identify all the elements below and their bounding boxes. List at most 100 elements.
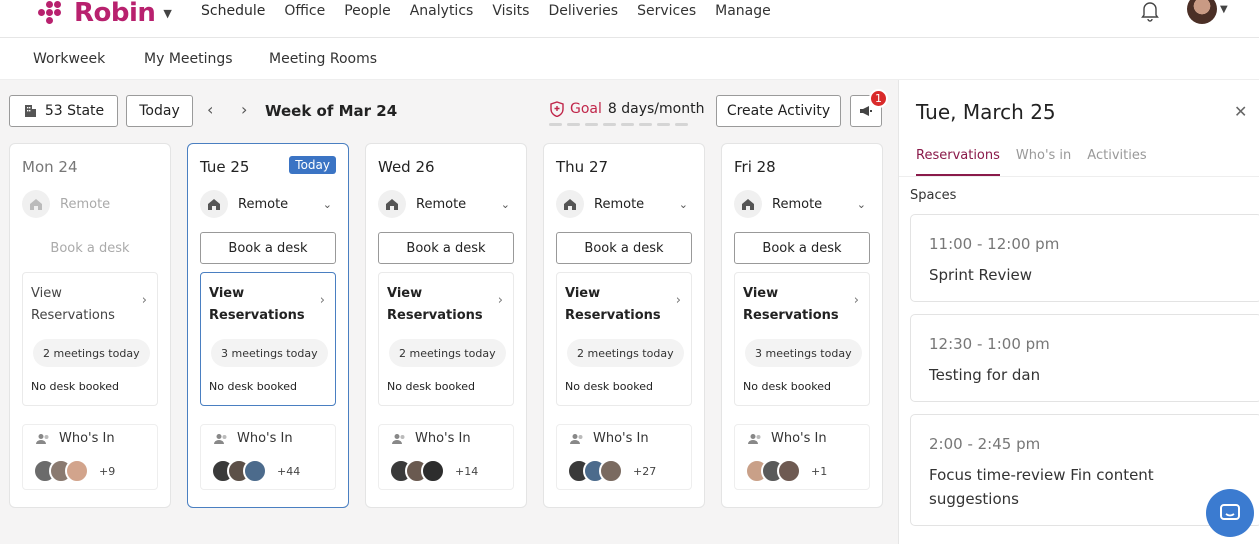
desk-status: No desk booked [31,380,119,393]
desk-status: No desk booked [565,380,653,393]
reservation-card[interactable]: 11:00 - 12:00 pm Sprint Review [910,214,1259,302]
whos-in-label: Who's In [747,431,827,446]
nav-people[interactable]: People [344,0,391,22]
work-status-dropdown[interactable]: Remote ⌄ [200,190,336,218]
day-card-thu: Thu 27 Remote ⌄ Book a desk View Reservat… [543,143,705,508]
work-status-dropdown[interactable]: Remote ⌄ [378,190,514,218]
office-selector-button[interactable]: 53 State [9,95,118,127]
view-reservations-card[interactable]: View Reservations › 3 meetings today No d… [734,272,870,406]
today-button[interactable]: Today [126,95,193,127]
reservation-time: 11:00 - 12:00 pm [929,235,1060,253]
view-reservations-label: View Reservations [31,286,115,323]
book-desk-button[interactable]: Book a desk [734,232,870,264]
bell-icon[interactable] [1140,0,1160,22]
tab-reservations[interactable]: Reservations [916,148,1000,176]
more-count: +9 [99,464,116,478]
tab-whos-in[interactable]: Who's in [1016,148,1071,176]
nav-manage[interactable]: Manage [715,0,771,22]
house-icon [22,190,50,218]
view-reservations-card[interactable]: View Reservations › 3 meetings today No d… [200,272,336,406]
nav-schedule[interactable]: Schedule [201,0,265,22]
book-desk-button[interactable]: Book a desk [378,232,514,264]
house-icon [200,190,228,218]
desk-status: No desk booked [209,380,297,393]
book-desk-button[interactable]: Book a desk [200,232,336,264]
day-card-wed: Wed 26 Remote ⌄ Book a desk View Reservat… [365,143,527,508]
tab-workweek[interactable]: Workweek [33,51,105,67]
chevron-right-icon: › [141,293,147,308]
reservation-time: 12:30 - 1:00 pm [929,335,1050,353]
nav-services[interactable]: Services [637,0,696,22]
robin-logo[interactable]: Robin ▼ [38,0,172,26]
office-name: 53 State [44,103,105,119]
house-icon [556,190,584,218]
reservation-time: 2:00 - 2:45 pm [929,435,1041,453]
house-icon [734,190,762,218]
view-reservations-label: View Reservations [565,286,661,323]
day-detail-panel: Tue, March 25 ✕ Reservations Who's in Ac… [898,80,1259,544]
reservation-card[interactable]: 12:30 - 1:00 pm Testing for dan [910,314,1259,402]
view-reservations-card[interactable]: View Reservations › 2 meetings today No d… [378,272,514,406]
more-count: +27 [633,464,657,478]
whos-in-label: Who's In [569,431,649,446]
attendee-avatars: +9 [33,459,115,483]
book-desk-button[interactable]: Book a desk [556,232,692,264]
nav-office[interactable]: Office [284,0,325,22]
people-icon [392,433,405,444]
attendee-avatars: +1 [745,459,827,483]
meetings-count: 2 meetings today [567,339,684,367]
attendee-avatars: +44 [211,459,300,483]
more-count: +14 [455,464,479,478]
whos-in-card[interactable]: Who's In +9 [22,424,158,490]
day-card-mon: Mon 24 Remote Book a desk View Reservatio… [9,143,171,508]
people-icon [36,433,49,444]
view-reservations-card[interactable]: View Reservations › 2 meetings today No d… [556,272,692,406]
work-status-dropdown[interactable]: Remote ⌄ [734,190,870,218]
whos-in-card[interactable]: Who's In +14 [378,424,514,490]
reservation-title: Sprint Review [929,266,1033,284]
tab-my-meetings[interactable]: My Meetings [144,51,233,67]
tab-activities[interactable]: Activities [1087,148,1146,176]
day-title: Thu 27 [556,158,609,176]
whos-in-card[interactable]: Who's In +27 [556,424,692,490]
notification-badge: 1 [869,89,888,108]
section-heading: Spaces [910,188,957,203]
create-activity-button[interactable]: Create Activity [716,95,841,127]
logo-text: Robin [74,0,156,28]
chevron-right-icon[interactable]: › [241,100,247,119]
tab-meeting-rooms[interactable]: Meeting Rooms [269,51,377,67]
day-card-fri: Fri 28 Remote ⌄ Book a desk View Reservat… [721,143,883,508]
work-status-dropdown[interactable]: Remote ⌄ [556,190,692,218]
chevron-down-icon[interactable]: ⌄ [857,198,866,211]
shield-icon [550,101,564,117]
chevron-left-icon[interactable]: ‹ [207,100,213,119]
chevron-down-icon[interactable]: ⌄ [323,198,332,211]
close-icon[interactable]: ✕ [1234,102,1247,121]
goal-indicator[interactable]: Goal 8 days/month [550,101,704,117]
chevron-down-icon[interactable]: ▼ [163,7,171,20]
day-title: Fri 28 [734,158,776,176]
chevron-down-icon[interactable]: ⌄ [679,198,688,211]
workweek-main: 53 State Today ‹ › Week of Mar 24 Goal 8… [0,80,898,544]
panel-tabs: Reservations Who's in Activities [916,148,1163,176]
chevron-down-icon[interactable]: ⌄ [501,198,510,211]
attendee-avatars: +27 [567,459,656,483]
chat-icon [1220,504,1240,520]
nav-visits[interactable]: Visits [492,0,529,22]
view-reservations-label: View Reservations [743,286,839,323]
reservation-title: Focus time-review Fin content suggestion… [929,466,1154,508]
nav-deliveries[interactable]: Deliveries [548,0,618,22]
user-avatar[interactable] [1187,0,1217,24]
view-reservations-card[interactable]: View Reservations › 2 meetings today No d… [22,272,158,406]
chevron-down-icon[interactable]: ▼ [1220,4,1228,15]
whos-in-card[interactable]: Who's In +1 [734,424,870,490]
reservation-title: Testing for dan [929,366,1041,384]
top-nav: Robin ▼ Schedule Office People Analytics… [0,0,1259,38]
desk-status: No desk booked [743,380,831,393]
whos-in-label: Who's In [213,431,293,446]
goal-progress [549,123,693,126]
chat-support-button[interactable] [1206,489,1254,537]
nav-analytics[interactable]: Analytics [410,0,474,22]
goal-value: 8 days/month [607,101,705,117]
whos-in-card[interactable]: Who's In +44 [200,424,336,490]
